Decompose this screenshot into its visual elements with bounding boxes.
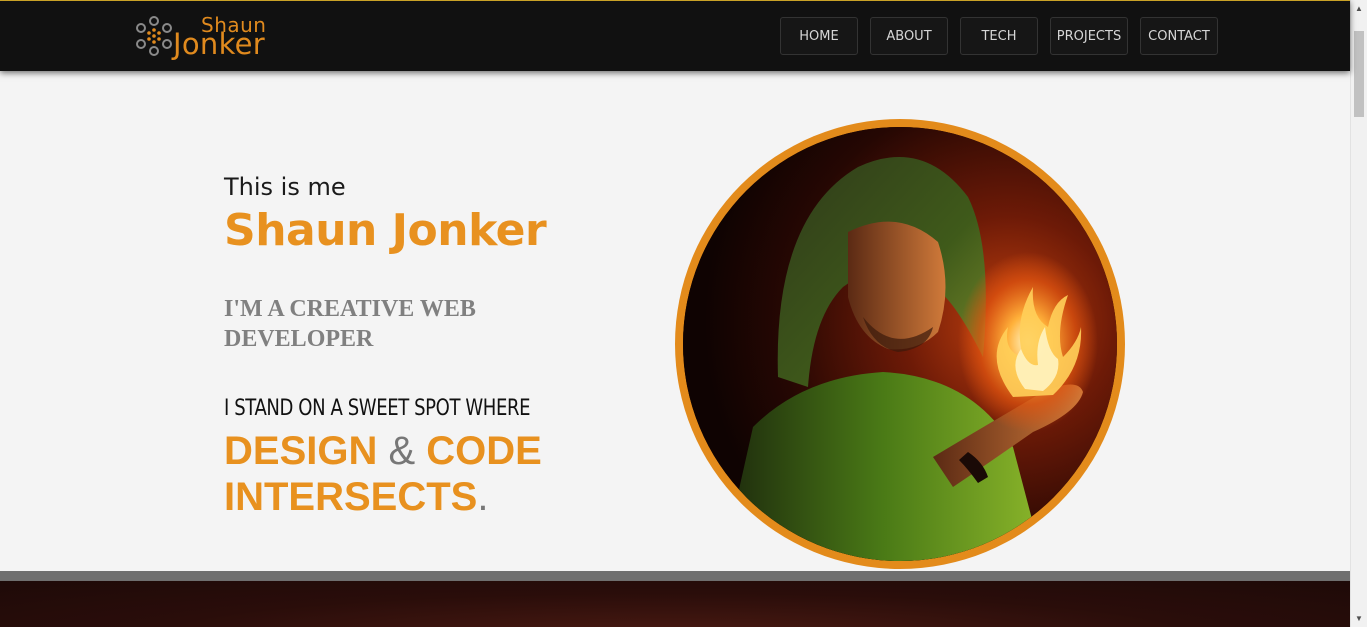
site-logo[interactable]: Shaun Jonker: [133, 13, 323, 61]
scroll-down-arrow-icon[interactable]: ▼: [1351, 610, 1367, 627]
logo-last-name: Jonker: [173, 27, 266, 61]
scroll-up-arrow-icon[interactable]: ▲: [1351, 0, 1367, 17]
dots-circle-icon: [136, 16, 172, 56]
next-section-preview: [0, 581, 1350, 627]
page: Shaun Jonker HOME ABOUT TECH PROJECTS CO…: [0, 0, 1367, 627]
tagline-period: .: [477, 475, 489, 519]
page-scrollbar[interactable]: ▲ ▼: [1350, 0, 1367, 627]
nav-projects-button[interactable]: PROJECTS: [1050, 17, 1128, 55]
nav-contact-button[interactable]: CONTACT: [1140, 17, 1218, 55]
hero-tagline: DESIGN & CODE INTERSECTS.: [224, 428, 584, 520]
hero-intro-block: This is me Shaun Jonker: [224, 170, 604, 258]
nav-home-button[interactable]: HOME: [780, 17, 858, 55]
hero-name: Shaun Jonker: [224, 205, 547, 256]
nav-about-button[interactable]: ABOUT: [870, 17, 948, 55]
profile-portrait: [683, 127, 1117, 561]
tagline-ampersand: &: [388, 429, 416, 473]
main-nav: HOME ABOUT TECH PROJECTS CONTACT: [780, 17, 1218, 55]
site-header: Shaun Jonker HOME ABOUT TECH PROJECTS CO…: [0, 0, 1350, 71]
portrait-illustration: [683, 127, 1117, 561]
section-divider: [0, 571, 1350, 581]
tagline-design: DESIGN: [224, 429, 378, 473]
nav-tech-button[interactable]: TECH: [960, 17, 1038, 55]
tagline-intersects: INTERSECTS: [224, 475, 478, 519]
hero-role: I'M A CREATIVE WEB DEVELOPER: [224, 296, 476, 352]
hero-tagline-lead: I STAND ON A SWEET SPOT WHERE: [224, 396, 531, 421]
profile-portrait-frame: [675, 119, 1125, 569]
tagline-code: CODE: [426, 429, 542, 473]
scroll-thumb[interactable]: [1354, 31, 1364, 117]
hero-intro: This is me: [224, 173, 346, 201]
